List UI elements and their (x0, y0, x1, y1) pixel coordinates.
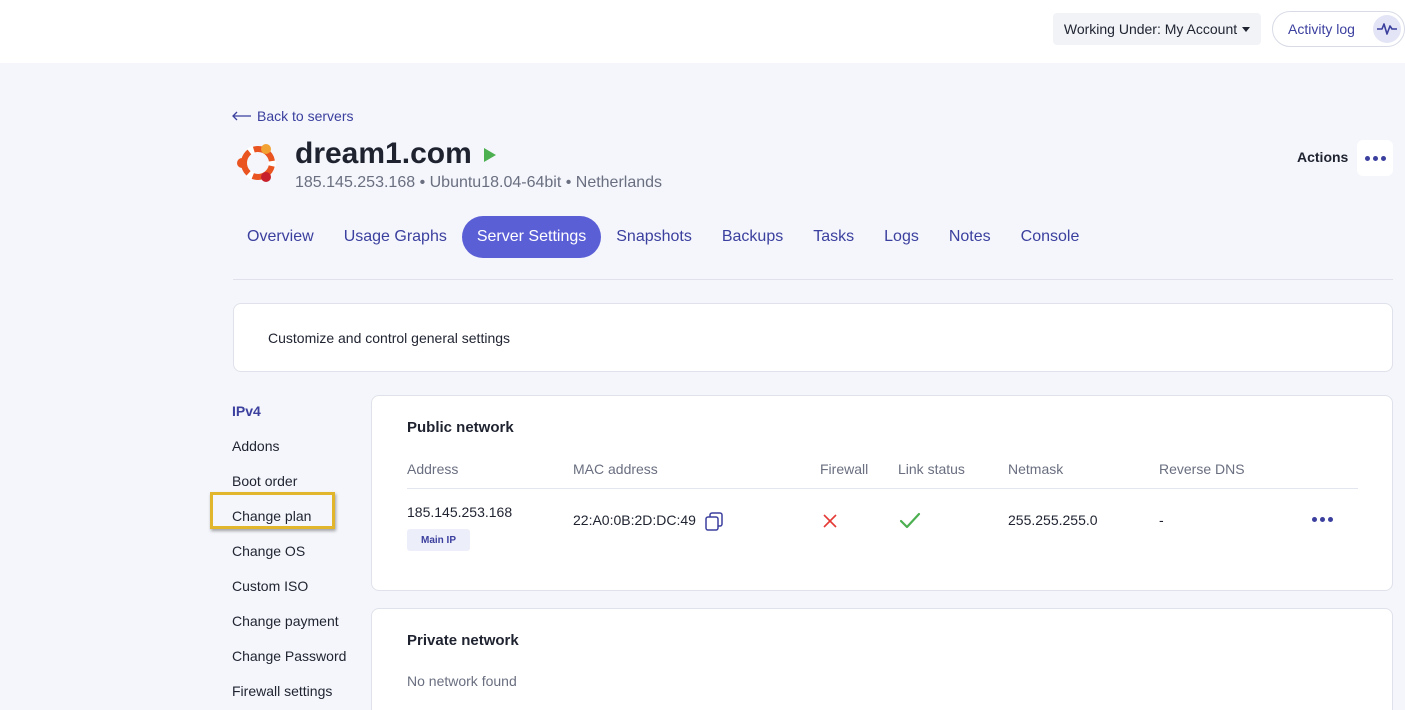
arrow-left-icon (232, 111, 251, 121)
check-icon (899, 512, 921, 529)
private-network-card: Private network No network found (371, 608, 1393, 710)
side-item-change-os[interactable]: Change OS (232, 543, 305, 559)
more-dots-icon (1372, 155, 1378, 161)
play-icon (484, 148, 496, 162)
server-meta: 185.145.253.168 • Ubuntu18.04-64bit • Ne… (295, 174, 663, 191)
public-network-title: Public network (407, 419, 514, 436)
tab-notes[interactable]: Notes (934, 216, 1006, 258)
settings-description: Customize and control general settings (268, 329, 511, 346)
tab-console[interactable]: Console (1006, 216, 1095, 258)
working-under-dropdown[interactable]: Working Under: My Account (1053, 13, 1261, 45)
column-header-mac: MAC address (573, 461, 658, 477)
caret-down-icon (1242, 27, 1251, 32)
column-header-netmask: Netmask (1008, 461, 1064, 477)
private-network-title: Private network (407, 632, 519, 649)
ubuntu-logo-icon (237, 144, 276, 182)
mac-address: 22:A0:0B:2D:DC:49 (573, 512, 696, 528)
activity-log-button[interactable]: Activity log (1272, 11, 1405, 47)
tab-tasks[interactable]: Tasks (798, 216, 869, 258)
server-tabs: Overview Usage Graphs Server Settings Sn… (232, 216, 1094, 258)
server-title: dream1.com (295, 137, 472, 170)
actions-label: Actions (1297, 149, 1349, 165)
activity-log-label: Activity log (1288, 21, 1355, 37)
side-item-ipv4[interactable]: IPv4 (232, 403, 261, 419)
netmask: 255.255.255.0 (1008, 512, 1098, 528)
side-item-change-plan[interactable]: Change plan (210, 492, 335, 529)
back-to-servers-link[interactable]: Back to servers (232, 108, 353, 124)
working-under-label: Working Under: My Account (1063, 21, 1238, 37)
side-item-custom-iso[interactable]: Custom ISO (232, 578, 308, 594)
tab-backups[interactable]: Backups (707, 216, 798, 258)
header-divider (407, 488, 1358, 489)
activity-pulse-icon (1373, 15, 1401, 43)
tabs-divider (233, 279, 1393, 280)
back-to-servers-label: Back to servers (257, 108, 354, 124)
column-header-link-status: Link status (898, 461, 965, 477)
column-header-reverse-dns: Reverse DNS (1159, 461, 1245, 477)
tab-server-settings[interactable]: Server Settings (461, 216, 602, 258)
more-dots-icon (1380, 155, 1386, 161)
cross-icon (823, 514, 837, 528)
side-item-boot-order[interactable]: Boot order (232, 473, 297, 489)
reverse-dns: - (1159, 512, 1164, 528)
tab-logs[interactable]: Logs (869, 216, 934, 258)
public-network-card: Public network Address MAC address Firew… (371, 395, 1393, 591)
more-dots-icon (1364, 155, 1370, 161)
column-header-firewall: Firewall (820, 461, 869, 477)
side-item-change-password[interactable]: Change Password (232, 648, 346, 664)
tab-overview[interactable]: Overview (232, 216, 329, 258)
row-menu-button[interactable] (1312, 517, 1333, 522)
tab-usage-graphs[interactable]: Usage Graphs (329, 216, 462, 258)
side-item-firewall-settings[interactable]: Firewall settings (232, 683, 332, 699)
top-bar: Working Under: My Account Activity log (0, 0, 1405, 63)
tab-snapshots[interactable]: Snapshots (601, 216, 707, 258)
empty-state-text: No network found (407, 673, 517, 689)
side-item-change-payment[interactable]: Change payment (232, 613, 339, 629)
settings-description-card: Customize and control general settings (233, 303, 1393, 372)
more-dots-icon (1328, 517, 1333, 522)
main-ip-badge: Main IP (407, 529, 470, 551)
actions-menu-button[interactable] (1357, 140, 1393, 176)
more-dots-icon (1312, 517, 1317, 522)
side-item-addons[interactable]: Addons (232, 438, 279, 454)
ip-address: 185.145.253.168 (407, 504, 513, 520)
column-header-address: Address (407, 461, 459, 477)
highlight-box (210, 492, 335, 529)
more-dots-icon (1320, 517, 1325, 522)
copy-icon[interactable] (705, 512, 723, 531)
